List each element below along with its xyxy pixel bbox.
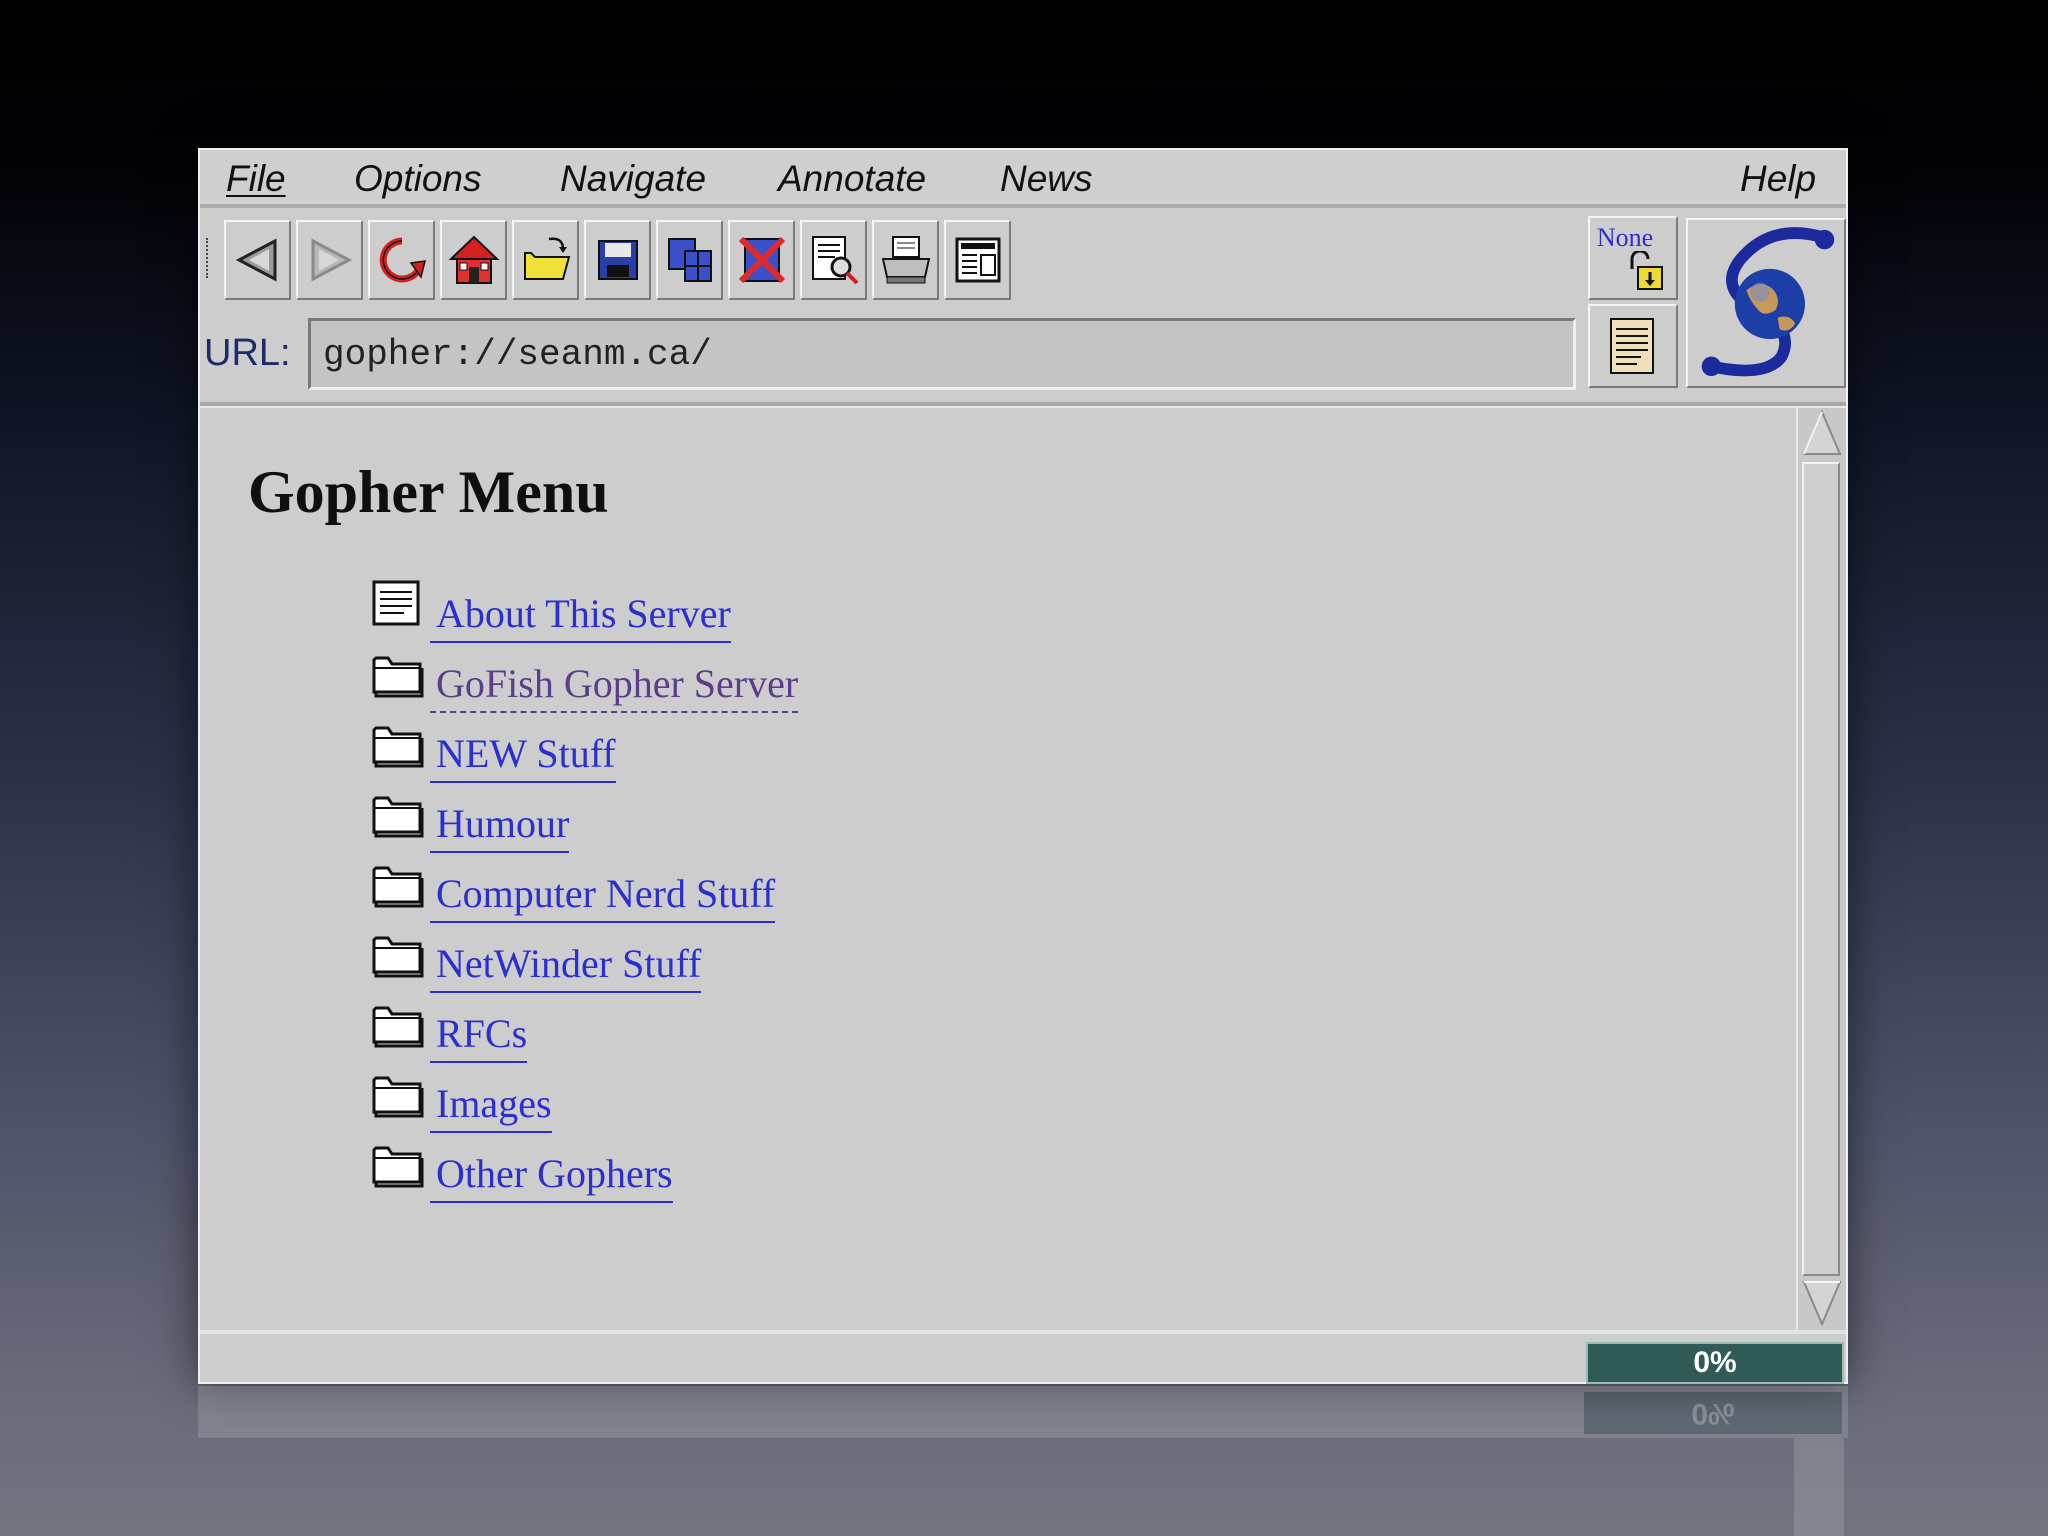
menu-bar: File Options Navigate Annotate News Help bbox=[200, 150, 1846, 208]
list-item: NetWinder Stuff bbox=[370, 930, 1170, 993]
forward-button[interactable] bbox=[296, 220, 363, 300]
back-button[interactable] bbox=[224, 220, 291, 300]
gopher-link[interactable]: Images bbox=[430, 1080, 552, 1133]
globe-logo-icon bbox=[1701, 227, 1835, 377]
menu-annotate[interactable]: Annotate bbox=[778, 158, 926, 200]
save-button[interactable] bbox=[584, 220, 651, 300]
document-view: Gopher Menu About This Server GoFish Gop… bbox=[200, 408, 1796, 1332]
browser-logo[interactable] bbox=[1686, 218, 1846, 388]
document-info-button[interactable] bbox=[1588, 304, 1678, 388]
url-label: URL: bbox=[204, 332, 291, 374]
reflection-progress-label: 0% bbox=[1691, 1397, 1735, 1430]
list-item: Computer Nerd Stuff bbox=[370, 860, 1170, 923]
window-reflection: 0% bbox=[198, 1386, 1848, 1536]
clone-window-button[interactable] bbox=[656, 220, 723, 300]
list-item: NEW Stuff bbox=[370, 720, 1170, 783]
menu-annotate-label: Annotate bbox=[778, 158, 927, 199]
menu-options-label: Options bbox=[354, 158, 482, 199]
gopher-link[interactable]: Other Gophers bbox=[430, 1150, 673, 1203]
list-item: GoFish Gopher Server bbox=[370, 650, 1170, 713]
gopher-link[interactable]: About This Server bbox=[430, 590, 731, 643]
scroll-down-arrow-icon[interactable] bbox=[1800, 1276, 1844, 1328]
menu-navigate-label: Navigate bbox=[560, 158, 707, 199]
menu-navigate[interactable]: Navigate bbox=[560, 158, 706, 200]
menu-news[interactable]: News bbox=[1000, 158, 1093, 200]
security-button[interactable]: None bbox=[1588, 216, 1678, 300]
news-icon bbox=[955, 237, 1000, 283]
find-icon bbox=[811, 236, 858, 285]
gopher-link[interactable]: NEW Stuff bbox=[430, 730, 616, 783]
menu-help-label: Help bbox=[1740, 158, 1817, 199]
folder-icon bbox=[372, 1146, 424, 1188]
folder-icon bbox=[372, 726, 424, 768]
menu-file[interactable]: File bbox=[226, 158, 286, 200]
print-button[interactable] bbox=[872, 220, 939, 300]
gopher-link[interactable]: GoFish Gopher Server bbox=[430, 660, 799, 713]
unlocked-padlock-icon bbox=[1630, 251, 1663, 290]
text-document-icon bbox=[372, 580, 420, 626]
back-icon bbox=[235, 238, 276, 282]
progress-indicator: 0% bbox=[1586, 1342, 1844, 1384]
list-item: RFCs bbox=[370, 1000, 1170, 1063]
open-button[interactable] bbox=[512, 220, 579, 300]
save-icon bbox=[597, 240, 638, 280]
vertical-scrollbar[interactable] bbox=[1796, 408, 1846, 1332]
home-button[interactable] bbox=[440, 220, 507, 300]
list-item: About This Server bbox=[370, 580, 1170, 643]
forward-icon bbox=[311, 238, 352, 282]
home-icon bbox=[448, 235, 499, 284]
security-label: None bbox=[1596, 223, 1654, 252]
folder-icon bbox=[372, 796, 424, 838]
list-item: Images bbox=[370, 1070, 1170, 1133]
list-item: Humour bbox=[370, 790, 1170, 853]
menu-news-label: News bbox=[1000, 158, 1093, 199]
document-info-icon bbox=[1610, 318, 1654, 374]
list-item: Other Gophers bbox=[370, 1140, 1170, 1203]
gopher-link[interactable]: NetWinder Stuff bbox=[430, 940, 702, 993]
close-window-icon bbox=[738, 236, 785, 284]
page-title: Gopher Menu bbox=[248, 459, 609, 525]
reload-button[interactable] bbox=[368, 220, 435, 300]
print-icon bbox=[881, 236, 930, 284]
scroll-thumb[interactable] bbox=[1802, 462, 1840, 1276]
menu-help[interactable]: Help bbox=[1740, 158, 1816, 200]
browser-window: File Options Navigate Annotate News Help… bbox=[198, 148, 1848, 1384]
folder-icon bbox=[372, 936, 424, 978]
folder-icon bbox=[372, 1076, 424, 1118]
reflection-status-bar bbox=[198, 1386, 1848, 1438]
clone-window-icon bbox=[667, 238, 712, 282]
reload-icon bbox=[379, 237, 426, 283]
url-input[interactable] bbox=[308, 318, 1576, 390]
folder-icon bbox=[372, 1006, 424, 1048]
progress-label: 0% bbox=[1693, 1346, 1737, 1379]
reflection-progress: 0% bbox=[1584, 1392, 1842, 1434]
gopher-link[interactable]: Humour bbox=[430, 800, 570, 853]
gopher-link[interactable]: RFCs bbox=[430, 1010, 528, 1063]
open-folder-icon bbox=[523, 237, 570, 280]
scroll-up-arrow-icon[interactable] bbox=[1800, 408, 1844, 460]
close-window-button[interactable] bbox=[728, 220, 795, 300]
status-bar: 0% bbox=[200, 1330, 1846, 1384]
toolbar-grip[interactable] bbox=[206, 238, 212, 278]
reflection-scrollbar bbox=[1794, 1438, 1844, 1536]
menu-options[interactable]: Options bbox=[354, 158, 482, 200]
folder-icon bbox=[372, 656, 424, 698]
gopher-link[interactable]: Computer Nerd Stuff bbox=[430, 870, 776, 923]
folder-icon bbox=[372, 866, 424, 908]
find-button[interactable] bbox=[800, 220, 867, 300]
news-button[interactable] bbox=[944, 220, 1011, 300]
menu-file-label: File bbox=[226, 158, 286, 199]
